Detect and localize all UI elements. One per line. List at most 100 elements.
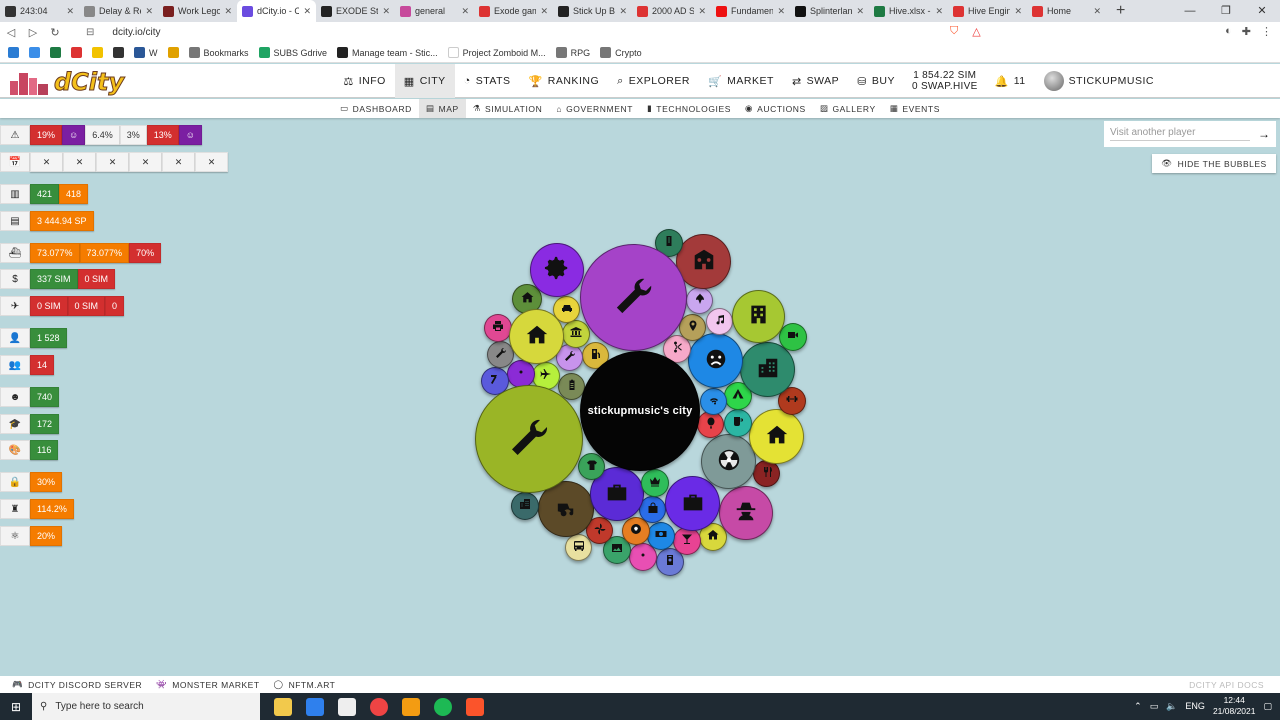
user-menu[interactable]: STICKUPMUSIC xyxy=(1035,64,1280,98)
stat-value-chip[interactable]: 172 xyxy=(30,414,60,434)
dcity-logo[interactable]: dCity xyxy=(8,68,125,97)
stat-value-chip[interactable]: ✕ xyxy=(162,152,195,172)
subnav-gallery[interactable]: ▨ GALLERY xyxy=(813,99,883,118)
tray-chevron-icon[interactable]: ⌃ xyxy=(1134,701,1142,712)
stat-value-chip[interactable]: 418 xyxy=(59,184,89,204)
building-bubble-radiation[interactable] xyxy=(701,434,756,489)
stat-value-chip[interactable]: 0 xyxy=(105,296,125,316)
browser-tab[interactable]: Splinterlands✕ xyxy=(790,0,869,22)
stat-value-chip[interactable]: 3 444.94 SP xyxy=(30,211,94,231)
language-indicator[interactable]: ENG xyxy=(1185,701,1205,711)
stat-value-chip[interactable]: 14 xyxy=(30,355,55,375)
bookmark-item[interactable] xyxy=(113,47,124,58)
nav-info[interactable]: ⚖ INFO xyxy=(334,64,394,98)
monster-market-link[interactable]: 👾 MONSTER MARKET xyxy=(156,679,259,690)
visit-player-input[interactable]: Visit another player xyxy=(1110,127,1250,141)
building-bubble-building[interactable] xyxy=(511,492,539,520)
browser-tab[interactable]: Fundamentals✕ xyxy=(711,0,790,22)
stat-value-chip[interactable]: ✕ xyxy=(63,152,96,172)
url-field[interactable]: ⊟ dcity.io/city xyxy=(86,27,786,38)
building-bubble-crown[interactable] xyxy=(641,469,669,497)
chrome-icon[interactable] xyxy=(370,697,388,716)
bookmark-item[interactable]: Manage team - Stic... xyxy=(337,47,438,58)
building-bubble-video[interactable] xyxy=(779,323,807,351)
stat-value-chip[interactable]: ☺ xyxy=(178,125,202,145)
stat-value-chip[interactable]: ☺ xyxy=(62,125,86,145)
restore-icon[interactable]: ❐ xyxy=(1208,0,1244,22)
browser-tab[interactable]: dCity.io - C ✕ xyxy=(237,0,316,22)
bookmark-item[interactable] xyxy=(50,47,61,58)
arrow-right-icon[interactable]: → xyxy=(1258,127,1270,141)
building-bubble-printer[interactable] xyxy=(484,314,512,342)
subnav-government[interactable]: ⌂ GOVERNMENT xyxy=(549,99,640,118)
building-bubble-wrench[interactable] xyxy=(475,385,583,493)
tab-close-icon[interactable]: ✕ xyxy=(1093,6,1101,17)
bookmark-item[interactable]: W xyxy=(134,47,158,58)
subnav-technologies[interactable]: ▮ TECHNOLOGIES xyxy=(640,99,738,118)
stat-value-chip[interactable]: 70% xyxy=(129,243,162,263)
close-window-icon[interactable]: ✕ xyxy=(1244,0,1280,22)
stat-value-chip[interactable]: 116 xyxy=(30,440,59,460)
browser-tab[interactable]: 243:04 ✕ xyxy=(0,0,79,22)
mail-icon[interactable] xyxy=(306,697,324,716)
nav-ranking[interactable]: 🏆 RANKING xyxy=(520,64,609,98)
building-bubble-building[interactable] xyxy=(740,342,795,397)
stat-value-chip[interactable]: 3% xyxy=(119,125,147,145)
nav-stats[interactable]: ◔ STATS xyxy=(455,64,520,98)
building-bubble-house[interactable] xyxy=(749,409,804,464)
building-bubble-wifi[interactable] xyxy=(700,388,727,415)
volume-icon[interactable]: 🔈 xyxy=(1166,701,1177,712)
browser-tab[interactable]: Work Lego GIF✕ xyxy=(158,0,237,22)
nav-buy[interactable]: ⛁ BUY xyxy=(848,64,904,98)
building-bubble-balloon[interactable] xyxy=(697,411,724,438)
vlc-icon[interactable] xyxy=(402,697,420,716)
balance-display[interactable]: 1 854.22 SIM 0 SWAP.HIVE xyxy=(904,70,986,92)
building-bubble-wrench[interactable] xyxy=(580,244,687,351)
tab-close-icon[interactable]: ✕ xyxy=(303,6,311,17)
subnav-simulation[interactable]: ⚗ SIMULATION xyxy=(466,99,550,118)
bookmark-item[interactable] xyxy=(8,47,19,58)
stat-value-chip[interactable]: ✕ xyxy=(129,152,162,172)
stat-value-chip[interactable]: ✕ xyxy=(195,152,228,172)
browser-tab[interactable]: general ✕ xyxy=(395,0,474,22)
windows-start-icon[interactable]: ⊞ xyxy=(0,700,32,714)
app-icon[interactable] xyxy=(338,697,356,716)
subnav-map[interactable]: ▤ MAP xyxy=(418,99,466,118)
brave-rewards-icon[interactable]: △ xyxy=(972,25,980,38)
nav-swap[interactable]: ⇄ SWAP xyxy=(783,64,848,98)
reload-icon[interactable]: ↻ xyxy=(44,26,66,39)
building-bubble-leaf[interactable] xyxy=(686,287,713,314)
tab-close-icon[interactable]: ✕ xyxy=(856,6,864,17)
building-bubble-bank[interactable] xyxy=(562,320,590,348)
nav-explorer[interactable]: ⌕ EXPLORER xyxy=(608,64,699,98)
clock[interactable]: 12:44 21/08/2021 xyxy=(1213,695,1256,717)
tab-close-icon[interactable]: ✕ xyxy=(224,6,232,17)
stat-value-chip[interactable]: 740 xyxy=(30,387,60,407)
building-bubble-briefcase[interactable] xyxy=(665,476,720,531)
forward-icon[interactable]: ▷ xyxy=(22,26,44,39)
api-docs-link[interactable]: DCITY API DOCS xyxy=(1189,680,1264,690)
nftm-link[interactable]: ◯ NFTM.ART xyxy=(274,679,336,690)
bookmark-item[interactable]: SUBS Gdrive xyxy=(258,47,327,58)
building-bubble-office[interactable] xyxy=(732,290,785,343)
bookmark-icon[interactable]: ⊟ xyxy=(86,27,94,38)
bookmark-item[interactable] xyxy=(29,47,40,58)
bookmark-item[interactable]: Crypto xyxy=(600,47,642,58)
stat-value-chip[interactable]: 0 SIM xyxy=(67,296,106,316)
stat-value-chip[interactable]: 0 SIM xyxy=(30,296,68,316)
building-bubble-gear[interactable] xyxy=(530,243,584,297)
building-bubble-fork[interactable] xyxy=(753,460,780,487)
visit-player-field[interactable]: Visit another player → xyxy=(1104,121,1276,147)
stat-value-chip[interactable]: 73.077% xyxy=(79,243,130,263)
stat-value-chip[interactable]: 73.077% xyxy=(30,243,80,263)
browser-tab[interactable]: Hive.xlsx - Mic ✕ xyxy=(869,0,948,22)
bookmark-item[interactable] xyxy=(167,47,179,58)
tab-close-icon[interactable]: ✕ xyxy=(1014,6,1022,17)
tab-close-icon[interactable]: ✕ xyxy=(935,6,943,17)
puzzle-icon[interactable]: ✚ xyxy=(1242,25,1251,38)
subnav-dashboard[interactable]: ▭ DASHBOARD xyxy=(333,99,419,118)
bookmark-item[interactable] xyxy=(92,47,103,58)
bookmark-item[interactable]: Project Zomboid M... xyxy=(447,47,546,58)
building-bubble-cup[interactable] xyxy=(724,409,752,437)
browser-tab[interactable]: Hive Engine - S✕ xyxy=(948,0,1027,22)
